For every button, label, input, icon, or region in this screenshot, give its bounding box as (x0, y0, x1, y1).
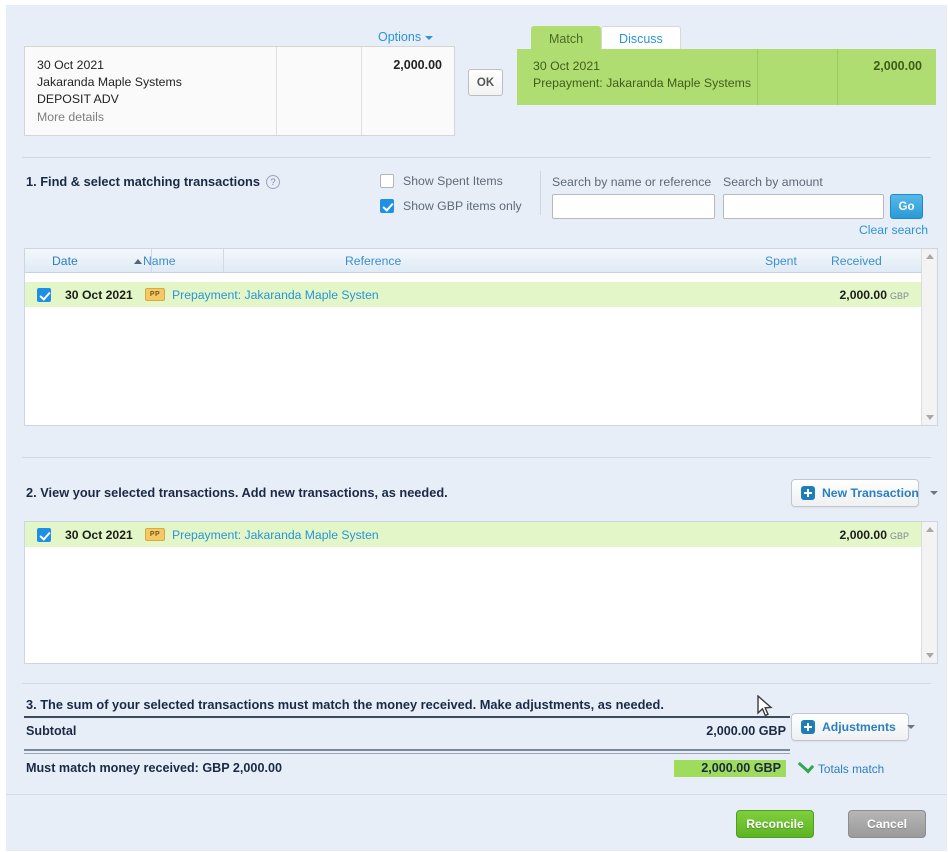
total-rule-top (24, 749, 790, 751)
reconcile-button[interactable]: Reconcile (736, 810, 814, 838)
subtotal-label: Subtotal (26, 724, 77, 738)
matched-name: Prepayment: Jakaranda Maple Systems (533, 76, 752, 90)
matched-spent-cell (757, 49, 837, 105)
matched-amount: 2,000.00 (837, 49, 936, 105)
row-date: 30 Oct 2021 (65, 287, 133, 302)
scroll-down-icon[interactable] (926, 415, 934, 420)
statement-amount: 2,000.00 (393, 58, 442, 72)
adjustments-label: Adjustments (822, 720, 896, 734)
search-amount-label: Search by amount (723, 175, 823, 189)
statement-description: DEPOSIT ADV (37, 92, 119, 106)
go-button[interactable]: Go (890, 194, 923, 219)
totals-match-label: Totals match (818, 762, 885, 776)
must-match-label: Must match money received: GBP 2,000.00 (26, 761, 282, 775)
prepayment-badge-icon: PP (145, 528, 165, 541)
show-spent-items-label[interactable]: Show Spent Items (403, 174, 503, 188)
options-label: Options (378, 30, 422, 44)
table-row[interactable]: 30 Oct 2021 PP Prepayment: Jakaranda Map… (25, 282, 937, 307)
matching-transactions-table: Date Name Reference Spent Received 30 Oc… (24, 248, 938, 426)
row-name[interactable]: Prepayment: Jakaranda Maple Systen (172, 288, 379, 302)
chevron-down-icon (929, 491, 938, 495)
search-divider (540, 171, 541, 215)
new-transaction-button[interactable]: New Transaction (791, 479, 938, 507)
adjustments-button[interactable]: Adjustments (791, 713, 915, 741)
total-rule-bottom (24, 753, 790, 754)
table-row[interactable]: 30 Oct 2021 PP Prepayment: Jakaranda Map… (25, 522, 937, 547)
must-match-value: 2,000.00 GBP (674, 760, 786, 777)
divider-section3 (22, 683, 931, 684)
statement-payee: Jakaranda Maple Systems (37, 75, 182, 89)
th-name[interactable]: Name (143, 254, 176, 268)
new-transaction-label: New Transaction (822, 486, 919, 500)
search-name-input[interactable] (552, 194, 715, 219)
subtotal-value: 2,000.00 GBP (706, 724, 786, 738)
sort-ascending-icon[interactable] (134, 259, 142, 264)
statement-spent-cell (277, 47, 362, 135)
check-icon (797, 757, 815, 774)
chevron-down-icon (425, 35, 434, 40)
divider-top (22, 157, 931, 158)
th-reference[interactable]: Reference (345, 254, 401, 268)
table1-scrollbar[interactable] (921, 249, 937, 425)
dialog-footer: Reconcile Cancel (6, 794, 947, 851)
section2-heading: 2. View your selected transactions. Add … (26, 485, 448, 500)
matched-transaction-panel[interactable]: 30 Oct 2021 Prepayment: Jakaranda Maple … (517, 49, 936, 105)
divider-section2 (22, 457, 931, 458)
scroll-down-icon[interactable] (926, 653, 934, 658)
row-amount: 2,000.00 GBP (839, 527, 909, 542)
search-name-label: Search by name or reference (552, 175, 712, 189)
th-date[interactable]: Date (52, 254, 78, 268)
show-gbp-items-label[interactable]: Show GBP items only (403, 199, 522, 213)
show-spent-items-checkbox[interactable] (380, 174, 394, 188)
reconcile-dialog: Options 30 Oct 2021 Jakaranda Maple Syst… (0, 0, 948, 852)
matched-details: 30 Oct 2021 Prepayment: Jakaranda Maple … (517, 49, 757, 105)
show-gbp-items-row[interactable]: Show GBP items only (380, 199, 522, 213)
scroll-up-icon[interactable] (926, 254, 934, 259)
row-currency: GBP (889, 290, 909, 301)
table2-scrollbar[interactable] (921, 522, 937, 663)
question-mark-icon[interactable]: ? (265, 175, 280, 189)
show-gbp-items-checkbox[interactable] (380, 199, 394, 213)
statement-details: 30 Oct 2021 Jakaranda Maple Systems DEPO… (25, 47, 277, 135)
section1-heading: 1. Find & select matching transactions? (26, 174, 280, 189)
selected-transactions-table: 30 Oct 2021 PP Prepayment: Jakaranda Map… (24, 521, 938, 664)
options-dropdown[interactable]: Options (378, 30, 434, 44)
clear-search-link[interactable]: Clear search (859, 223, 928, 237)
row-select-checkbox[interactable] (37, 527, 51, 542)
row-received: 2,000.00 GBP (839, 287, 909, 302)
th-spent[interactable]: Spent (765, 254, 797, 268)
ok-button[interactable]: OK (468, 69, 503, 96)
row-date: 30 Oct 2021 (65, 527, 133, 542)
cancel-button[interactable]: Cancel (848, 810, 926, 838)
more-details-link[interactable]: More details (37, 108, 276, 126)
th-received[interactable]: Received (831, 254, 882, 268)
subtotal-top-rule (24, 716, 790, 718)
row-name[interactable]: Prepayment: Jakaranda Maple Systen (172, 528, 379, 542)
table1-header-row: Date Name Reference Spent Received (25, 249, 937, 273)
row-select-checkbox[interactable] (37, 287, 51, 302)
chevron-down-icon (906, 725, 915, 729)
section1-title-text: 1. Find & select matching transactions (26, 174, 260, 189)
statement-header: Options 30 Oct 2021 Jakaranda Maple Syst… (6, 5, 947, 148)
show-spent-items-row[interactable]: Show Spent Items (380, 174, 503, 188)
mouse-cursor-icon (757, 695, 773, 717)
row-currency: GBP (889, 530, 909, 541)
prepayment-badge-icon: PP (145, 288, 165, 301)
bank-statement-line: 30 Oct 2021 Jakaranda Maple Systems DEPO… (24, 46, 455, 136)
matched-date: 30 Oct 2021 (533, 59, 600, 73)
scroll-up-icon[interactable] (926, 527, 934, 532)
plus-icon (801, 720, 815, 734)
plus-icon (801, 486, 815, 500)
section3-heading: 3. The sum of your selected transactions… (26, 697, 664, 712)
search-amount-input[interactable] (723, 194, 884, 219)
statement-date: 30 Oct 2021 (37, 58, 104, 72)
